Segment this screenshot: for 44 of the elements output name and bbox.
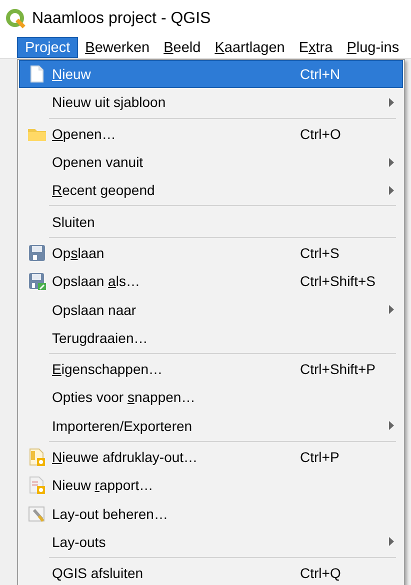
menu-item[interactable]: Openen… Ctrl+O [19, 120, 403, 148]
submenu-arrow-icon [389, 537, 394, 546]
menu-item[interactable]: Lay-out beheren… [19, 499, 403, 528]
menu-title[interactable]: Bewerken [78, 37, 157, 58]
submenu-arrow-icon [389, 98, 394, 107]
shortcut-label: Ctrl+Shift+P [300, 361, 376, 378]
shortcut-label: Ctrl+S [300, 244, 340, 261]
document-icon [29, 65, 45, 84]
submenu-arrow-icon [389, 421, 394, 430]
wrench-page-icon [28, 504, 46, 523]
menu-title[interactable]: Plug-ins [340, 37, 406, 58]
menu-item[interactable]: Nieuw uit sjabloon [19, 88, 403, 117]
submenu-arrow-icon [389, 158, 394, 167]
submenu-arrow-icon [389, 305, 394, 314]
menu-item[interactable]: Opties voor snappen… [19, 383, 403, 412]
menu-item[interactable]: Nieuw Ctrl+N [19, 60, 403, 88]
app-logo-icon [6, 8, 26, 28]
menu-item[interactable]: Importeren/Exporteren [19, 412, 403, 440]
shortcut-label: Ctrl+N [300, 66, 340, 82]
menu-title[interactable]: Project [17, 37, 78, 58]
shortcut-label: Ctrl+Q [300, 565, 341, 582]
report-page-icon [28, 476, 46, 494]
menu-item[interactable]: Terugdraaien… [19, 324, 403, 352]
menu-item[interactable]: Recent geopend [19, 176, 403, 204]
shortcut-label: Ctrl+Shift+S [300, 273, 376, 290]
floppy-disk-pencil-icon [28, 272, 46, 290]
menu-item[interactable]: Nieuw rapport… [19, 471, 403, 500]
shortcut-label: Ctrl+O [300, 126, 341, 142]
window-title: Naamloos project - QGIS [32, 10, 211, 28]
menu-item[interactable]: Lay-outs [19, 528, 403, 556]
menu-title[interactable]: Extra [292, 37, 340, 58]
menu-item[interactable]: Opslaan als… Ctrl+Shift+S [19, 267, 403, 296]
menu-item[interactable]: Nieuwe afdruklay-out… Ctrl+P [19, 442, 403, 472]
menu-item[interactable]: QGIS afsluiten Ctrl+Q [19, 559, 403, 585]
menu-title[interactable]: Beeld [156, 37, 208, 58]
menu-item[interactable]: Eigenschappen… Ctrl+Shift+P [19, 354, 403, 384]
submenu-arrow-icon [389, 186, 394, 195]
menu-item[interactable]: Opslaan Ctrl+S [19, 238, 403, 268]
menu-item[interactable]: Sluiten [19, 207, 403, 236]
menu-title[interactable]: Kaartlagen [208, 37, 292, 58]
shortcut-label: Ctrl+P [300, 449, 340, 465]
layout-page-icon [28, 448, 46, 466]
menu-item[interactable]: Opslaan naar [19, 295, 403, 324]
menu-item[interactable]: Openen vanuit [19, 148, 403, 176]
